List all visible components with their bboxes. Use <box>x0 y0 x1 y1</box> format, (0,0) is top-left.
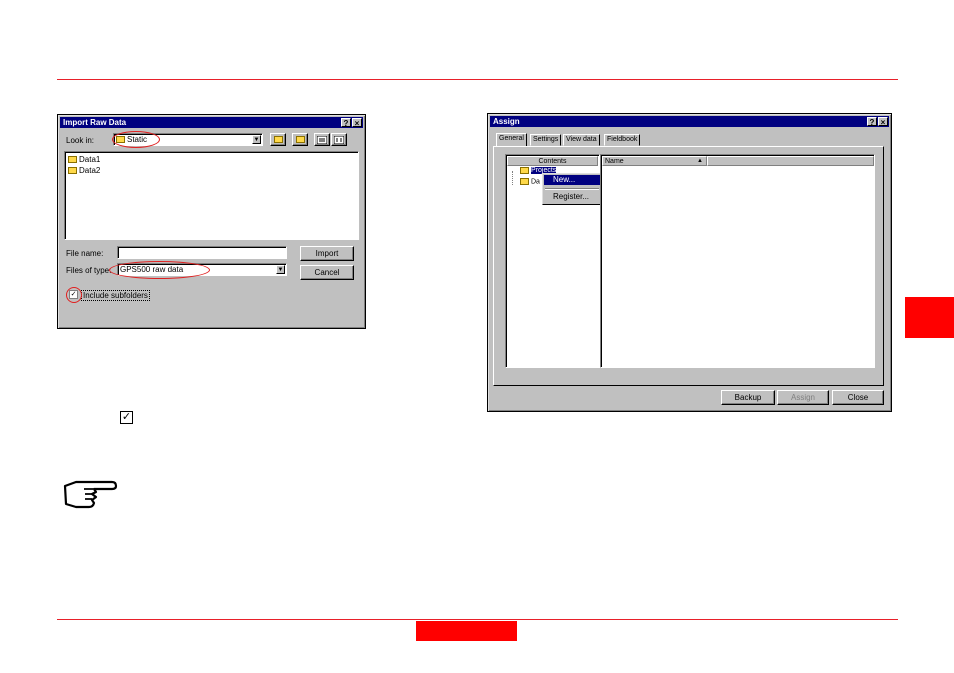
chevron-down-icon[interactable]: ▼ <box>252 135 261 144</box>
import-dialog-title: Import Raw Data <box>63 118 127 127</box>
highlight-circle <box>66 287 82 303</box>
list-item[interactable]: Data1 <box>68 155 100 164</box>
close-icon[interactable]: × <box>878 117 888 127</box>
tree-connector <box>512 171 514 185</box>
backup-button[interactable]: Backup <box>721 390 775 405</box>
menu-item-new[interactable]: New... <box>544 175 600 185</box>
file-list[interactable]: Data1 Data2 <box>64 151 359 240</box>
tree-item-data[interactable]: Da <box>520 178 540 185</box>
import-dialog-titlebar: Import Raw Data ? × <box>60 117 363 128</box>
help-button[interactable]: ? <box>341 118 351 128</box>
highlight-circle <box>112 131 160 148</box>
folder-icon <box>520 167 529 174</box>
sort-ascending-icon: ▲ <box>697 158 703 164</box>
close-icon[interactable]: × <box>352 118 362 128</box>
new-folder-button[interactable] <box>292 133 308 146</box>
contents-tree[interactable]: Contents Projects Da New... Register... <box>505 154 602 368</box>
list-view-icon <box>316 135 328 145</box>
file-name-label: File name: <box>66 249 104 258</box>
include-subfolders-label: Include subfolders <box>81 290 150 301</box>
list-item-label: Data1 <box>79 155 101 164</box>
import-raw-data-dialog: Import Raw Data ? × Look in: Static ▼ Da… <box>57 114 366 329</box>
context-menu: New... Register... <box>542 173 602 205</box>
folder-icon <box>68 167 77 175</box>
tab-panel: Contents Projects Da New... Register... … <box>493 146 884 386</box>
bottom-rule <box>57 619 898 620</box>
import-button[interactable]: Import <box>300 246 354 261</box>
folder-icon <box>520 178 529 185</box>
up-one-level-button[interactable] <box>270 133 286 146</box>
name-header[interactable]: Name ▲ <box>602 156 707 166</box>
top-rule <box>57 79 898 80</box>
page-footer-marker <box>416 621 517 641</box>
pointing-hand-icon <box>63 480 118 509</box>
new-folder-icon <box>295 136 305 144</box>
file-name-input[interactable] <box>117 246 287 259</box>
list-item-label: Data2 <box>79 166 101 175</box>
tab-settings[interactable]: Settings <box>530 134 562 146</box>
assign-dialog: Assign ? × General Settings View data Fi… <box>487 113 892 412</box>
assign-button[interactable]: Assign <box>777 390 829 405</box>
checkbox-symbol: ✓ <box>120 411 133 424</box>
close-button[interactable]: Close <box>832 390 884 405</box>
tab-general[interactable]: General <box>496 133 527 147</box>
assign-dialog-title: Assign <box>493 117 520 126</box>
list-view-button[interactable] <box>314 133 330 146</box>
folder-icon <box>68 156 77 164</box>
folder-up-icon <box>273 136 283 144</box>
files-of-type-label: Files of type: <box>66 266 112 275</box>
tree-item-label: Da <box>531 178 540 186</box>
name-list[interactable]: Name ▲ <box>600 154 875 368</box>
name-header-label: Name <box>605 158 624 165</box>
chapter-tab-marker <box>905 297 954 338</box>
highlight-circle <box>109 261 210 279</box>
empty-column-header <box>707 156 874 166</box>
assign-dialog-titlebar: Assign ? × <box>490 116 889 127</box>
look-in-label: Look in: <box>66 136 95 145</box>
contents-header[interactable]: Contents <box>507 156 598 166</box>
menu-item-register[interactable]: Register... <box>553 192 589 202</box>
details-view-button[interactable] <box>331 133 347 146</box>
list-item[interactable]: Data2 <box>68 166 100 175</box>
details-view-icon <box>333 135 345 145</box>
menu-separator <box>545 188 599 190</box>
help-button[interactable]: ? <box>867 117 877 127</box>
tab-view-data[interactable]: View data <box>563 134 600 146</box>
chevron-down-icon[interactable]: ▼ <box>276 265 285 274</box>
cancel-button[interactable]: Cancel <box>300 265 354 280</box>
tab-fieldbook[interactable]: Fieldbook <box>604 134 641 146</box>
